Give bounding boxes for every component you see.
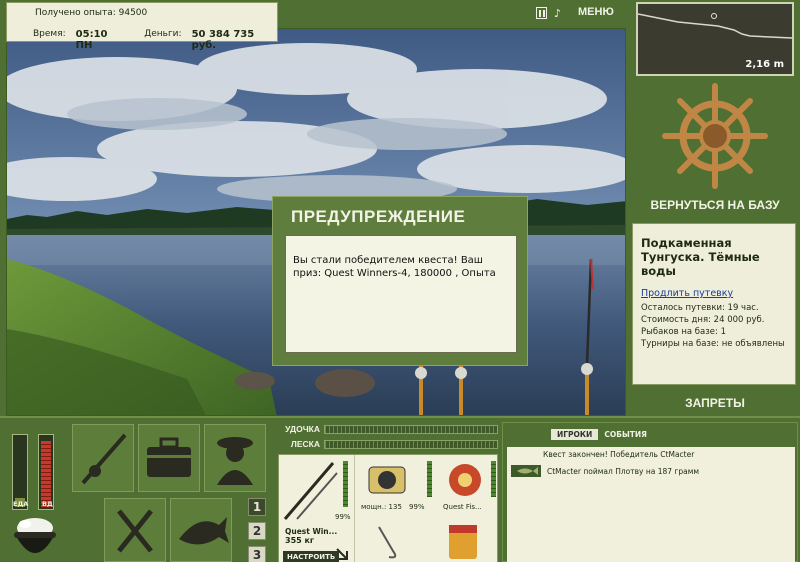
line-name: Quest Fis...	[443, 503, 482, 511]
fish-icon	[179, 517, 229, 545]
reel-power: мощн.: 135	[361, 503, 402, 511]
tackle-box-icon	[147, 437, 191, 477]
warning-title: ПРЕДУПРЕЖДЕНИЕ	[291, 207, 466, 226]
menu-button[interactable]: МЕНЮ	[578, 6, 614, 18]
depth-chart: 2,16 m	[636, 2, 794, 76]
fork-knife-icon	[117, 509, 153, 553]
pause-icon[interactable]	[536, 7, 547, 19]
vd-meter	[38, 434, 54, 510]
anglers-count: Рыбаков на базе: 1	[641, 327, 726, 337]
rod-reel-icon	[81, 433, 127, 485]
warning-message: Вы стали победителем квеста! Ваш приз: Q…	[285, 235, 517, 353]
setup-button[interactable]: НАСТРОИТЬ	[283, 551, 340, 562]
line-tension-label: ЛЕСКА	[290, 439, 320, 449]
reel-durability-percent: 99%	[409, 503, 425, 511]
depth-value: 2,16 m	[745, 59, 784, 70]
slot-2-button[interactable]: 2	[248, 522, 266, 540]
rod-durability-bar	[343, 461, 348, 507]
events-panel: ИГРОКИ СОБЫТИЯ Квест закончен! Победител…	[502, 422, 798, 562]
events-tabs: ИГРОКИ СОБЫТИЯ	[551, 429, 649, 440]
time-label: Время:	[33, 29, 66, 39]
money-value: 50 384 735 руб.	[191, 29, 255, 51]
event-item: CtMacter поймал Плотву на 187 грамм	[507, 463, 795, 479]
experience-label: Получено опыта:	[35, 8, 116, 18]
tension-bars: УДОЧКА ЛЕСКА	[276, 422, 498, 452]
bait-icon[interactable]	[443, 521, 483, 561]
vd-label: ВД	[42, 500, 53, 508]
event-item-text: CtMacter поймал Плотву на 187 грамм	[547, 466, 700, 476]
food-meter	[12, 434, 28, 510]
expand-arrow-icon[interactable]	[335, 547, 349, 561]
experience-value: 94500	[118, 8, 148, 18]
line-spool-icon[interactable]	[445, 461, 485, 499]
slot-3-button[interactable]: 3	[248, 546, 266, 562]
ship-wheel-icon	[662, 83, 768, 189]
return-to-base-button[interactable]: ВЕРНУТЬСЯ НА БАЗУ	[630, 198, 800, 212]
guide-tile[interactable]	[204, 424, 266, 492]
tackle-panel[interactable]: 99% Quest Win... 355 кг НАСТРОИТЬ мощн.:…	[278, 454, 498, 562]
line-tension-bar	[324, 439, 498, 449]
rod-tension-label: УДОЧКА	[285, 424, 320, 434]
warning-dialog[interactable]: ПРЕДУПРЕЖДЕНИЕ Вы стали победителем квес…	[272, 196, 528, 366]
ship-wheel-button[interactable]	[630, 80, 800, 192]
rods-tile[interactable]	[72, 424, 134, 492]
cooking-pot-icon[interactable]	[10, 512, 60, 562]
time-value: 05:10 ПН	[75, 29, 108, 51]
location-panel: Подкаменная Тунгуска. Тёмные воды Продли…	[632, 223, 796, 385]
fisherman-icon	[217, 437, 253, 485]
fish-tile[interactable]	[170, 498, 232, 562]
rod-tension-bar	[324, 424, 498, 434]
slot-1-button[interactable]: 1	[248, 498, 266, 516]
bottom-panel: ЕДА ВД 1 2 3 УДОЧКА ЛЕСКА 99% Quest Win.…	[0, 416, 800, 562]
rod-max-weight: 355 кг	[285, 536, 315, 545]
extend-permit-link[interactable]: Продлить путевку	[641, 288, 789, 299]
food-label: ЕДА	[13, 500, 29, 508]
money-label: Деньги:	[144, 29, 182, 39]
rod-name: Quest Win...	[285, 527, 338, 536]
fish-icon	[511, 465, 541, 477]
hook-icon[interactable]	[369, 521, 409, 561]
tab-players[interactable]: ИГРОКИ	[551, 429, 599, 440]
day-cost: Стоимость дня: 24 000 руб.	[641, 315, 765, 325]
rod-slot[interactable]: 99% Quest Win... 355 кг НАСТРОИТЬ	[279, 455, 355, 562]
events-list: Квест закончен! Победитель CtMacter CtMa…	[507, 447, 795, 562]
rod-icon	[283, 462, 338, 520]
reel-durability-bar	[427, 461, 432, 497]
reel-icon[interactable]	[365, 461, 409, 499]
player-info-panel: Получено опыта: 94500 Время: 05:10 ПН Де…	[6, 2, 278, 51]
rod-durability-percent: 99%	[335, 513, 351, 521]
sound-icon[interactable]: ♪	[554, 7, 561, 20]
tab-events[interactable]: СОБЫТИЯ	[602, 429, 649, 440]
line-durability-bar	[491, 461, 496, 497]
permit-remaining: Осталось путевки: 19 час.	[641, 303, 759, 313]
event-item: Квест закончен! Победитель CtMacter	[543, 450, 695, 459]
location-name: Подкаменная Тунгуска. Тёмные воды	[641, 236, 760, 278]
bans-button[interactable]: ЗАПРЕТЫ	[630, 396, 800, 410]
tackle-box-tile[interactable]	[138, 424, 200, 492]
tournaments-status: Турниры на базе: не объявлены	[641, 339, 785, 349]
food-tile[interactable]	[104, 498, 166, 562]
